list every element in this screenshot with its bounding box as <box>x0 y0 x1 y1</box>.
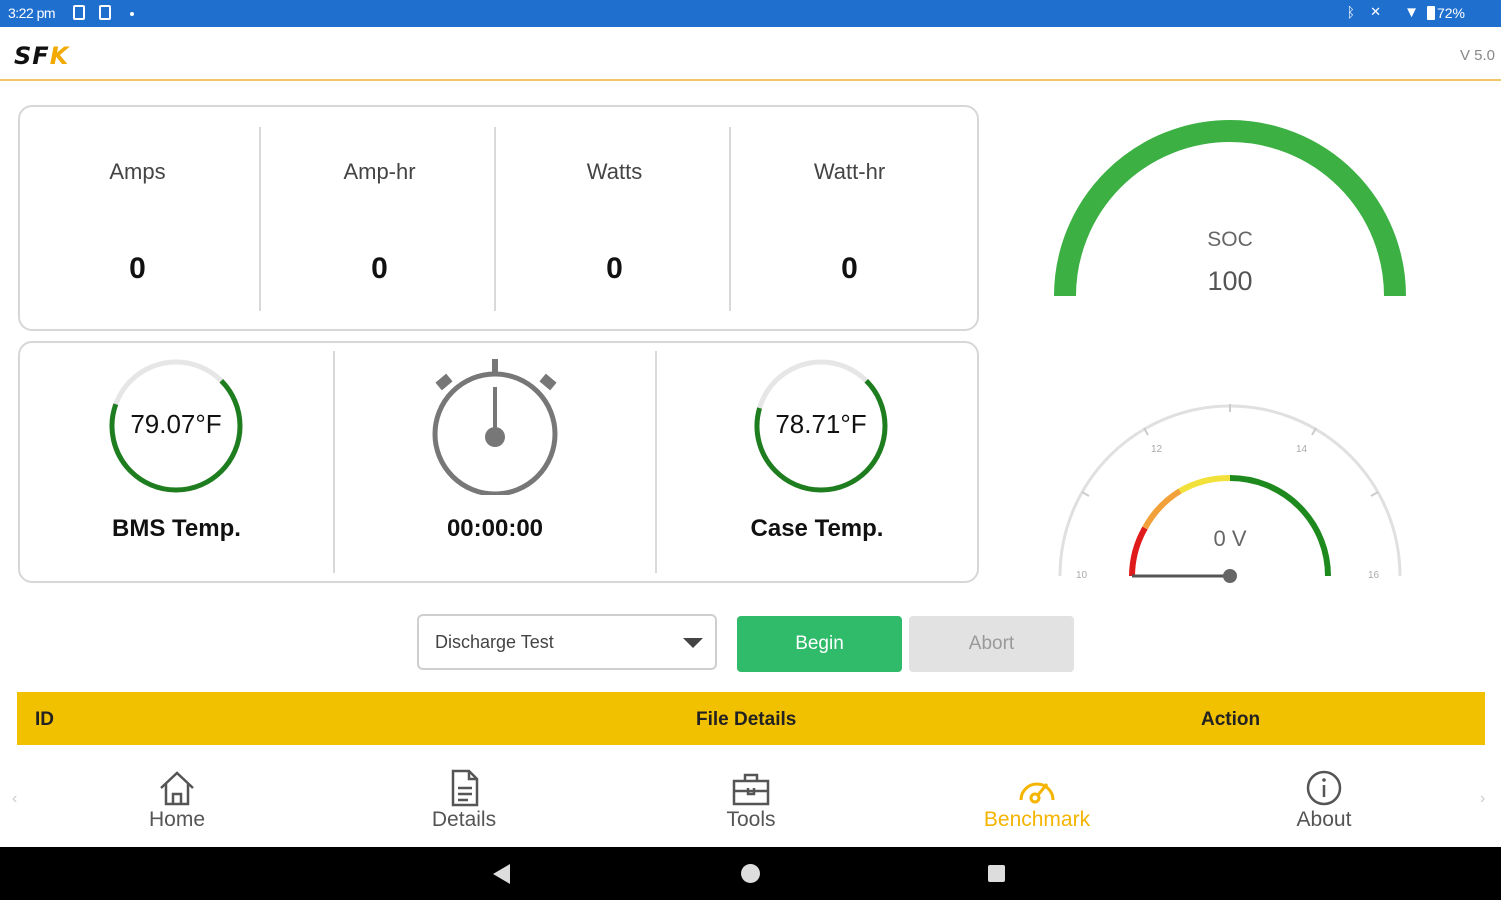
nav-label: Benchmark <box>983 808 1091 831</box>
divider <box>259 127 261 311</box>
bms-temp-value: 79.07°F <box>130 409 222 439</box>
app-bar: SFK V 5.0 <box>0 27 1501 81</box>
stat-label: Watts <box>586 159 643 184</box>
wifi-icon: ▼ <box>1404 4 1419 21</box>
stat-watts: Watts 0 <box>497 107 732 329</box>
divider <box>729 127 731 311</box>
stat-value: 0 <box>129 252 146 285</box>
stat-amp-hr: Amp-hr 0 <box>262 107 497 329</box>
stat-value: 0 <box>606 252 623 285</box>
home-icon <box>160 771 194 806</box>
case-temp-panel: 78.71°F Case Temp. <box>657 343 977 581</box>
abort-button[interactable]: Abort <box>909 616 1074 672</box>
battery-icon <box>1427 6 1435 20</box>
app-version: V 5.0 <box>1459 47 1495 64</box>
nav-home[interactable]: Home <box>34 748 320 847</box>
soc-label: SOC <box>1207 228 1253 251</box>
voltage-tick-label: 14 <box>1296 444 1308 455</box>
toolbox-icon <box>732 773 770 806</box>
info-icon <box>1306 770 1342 806</box>
stat-amps: Amps 0 <box>20 107 255 329</box>
test-type-value: Discharge Test <box>435 632 554 652</box>
bms-temp-label: BMS Temp. <box>112 515 241 542</box>
stats-card: Amps 0 Amp-hr 0 Watts 0 Watt-hr 0 <box>18 105 979 331</box>
stat-value: 0 <box>841 252 858 285</box>
table-header: ID File Details Action <box>17 692 1485 745</box>
bms-temp-panel: 79.07°F BMS Temp. <box>20 343 333 581</box>
timer-value: 00:00:00 <box>446 515 544 542</box>
dropdown-arrow-icon <box>683 638 703 648</box>
nav-tools[interactable]: Tools <box>608 748 894 847</box>
timer-panel: 00:00:00 <box>335 343 655 581</box>
stat-watt-hr: Watt-hr 0 <box>732 107 967 329</box>
begin-button[interactable]: Begin <box>737 616 902 672</box>
test-type-select[interactable]: Discharge Test <box>417 614 717 670</box>
scroll-left-icon[interactable]: ‹ <box>12 790 17 808</box>
battery-percent: 72% <box>1436 5 1465 21</box>
stopwatch-icon <box>432 359 558 495</box>
app-logo: SFK <box>14 42 69 70</box>
stat-label: Amp-hr <box>343 159 416 184</box>
bluetooth-icon: ᛒ <box>1346 4 1355 20</box>
stat-label: Amps <box>109 159 166 184</box>
nav-label: Tools <box>726 808 776 831</box>
nav-label: Home <box>148 808 206 831</box>
recents-icon[interactable] <box>988 865 1005 882</box>
voltage-gauge <box>1058 404 1402 583</box>
case-temp-label: Case Temp. <box>750 515 884 542</box>
vibrate-icon: ✕ <box>1370 4 1381 19</box>
document-icon <box>451 769 479 807</box>
scroll-right-icon[interactable]: › <box>1480 790 1485 808</box>
nav-details[interactable]: Details <box>321 748 607 847</box>
column-header-action: Action <box>1201 709 1261 730</box>
notification-icon <box>99 5 111 20</box>
nav-about[interactable]: About <box>1181 748 1467 847</box>
column-header-file-details: File Details <box>696 709 797 730</box>
home-button-icon[interactable] <box>741 864 760 883</box>
logo-main: SF <box>14 42 50 70</box>
nav-label: About <box>1296 808 1352 831</box>
stat-value: 0 <box>371 252 388 285</box>
voltage-tick-label: 16 <box>1368 570 1380 581</box>
soc-value: 100 <box>1207 266 1253 296</box>
voltage-tick-label: 10 <box>1076 570 1088 581</box>
column-header-id: ID <box>35 709 54 730</box>
back-icon[interactable] <box>493 864 510 884</box>
divider <box>494 127 496 311</box>
status-bar: 3:22 pm ᛒ ✕ ▼ 72% <box>0 0 1501 27</box>
nav-benchmark[interactable]: Benchmark <box>894 748 1180 847</box>
speedometer-icon <box>1019 782 1055 804</box>
voltage-value: 0 V <box>1213 526 1247 551</box>
bottom-nav: ‹ Home Details Tools Benchmark About › <box>0 748 1501 847</box>
logo-accent: K <box>49 42 70 70</box>
case-temp-value: 78.71°F <box>775 409 867 439</box>
temperature-card: 79.07°F BMS Temp. 00:00:00 78.71°F Case … <box>18 341 979 583</box>
status-time: 3:22 pm <box>8 5 56 21</box>
sim-icon <box>73 5 85 20</box>
stat-label: Watt-hr <box>813 159 886 184</box>
nav-label: Details <box>431 808 497 831</box>
more-notifications-icon <box>130 12 134 16</box>
voltage-tick-label: 12 <box>1151 444 1163 455</box>
